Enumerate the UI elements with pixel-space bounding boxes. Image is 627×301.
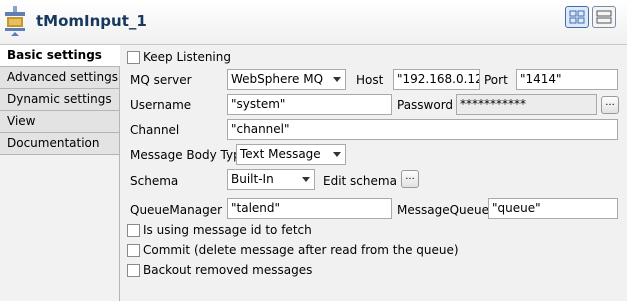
- message-body-type-label: Message Body Type: [130, 148, 249, 162]
- tab-documentation[interactable]: Documentation: [0, 133, 119, 155]
- component-title: tMomInput_1: [36, 12, 147, 30]
- host-label: Host: [356, 73, 384, 87]
- mq-server-select[interactable]: WebSphere MQ: [227, 69, 346, 90]
- commit-label: Commit (delete message after read from t…: [143, 243, 459, 257]
- username-label: Username: [130, 98, 192, 112]
- message-queue-label: MessageQueue: [397, 203, 490, 217]
- port-field[interactable]: "1414": [516, 69, 618, 90]
- host-field[interactable]: "192.168.0.120": [393, 69, 480, 90]
- queue-manager-label: QueueManager: [130, 203, 223, 217]
- chevron-down-icon: [302, 177, 310, 182]
- tab-basic-settings[interactable]: Basic settings: [0, 45, 120, 67]
- chevron-down-icon: [333, 152, 341, 157]
- backout-label: Backout removed messages: [143, 263, 313, 277]
- schema-value: Built-In: [231, 172, 274, 186]
- password-label: Password: [397, 98, 454, 112]
- keep-listening-label: Keep Listening: [143, 50, 231, 64]
- grid-view-button[interactable]: [565, 6, 589, 28]
- keep-listening-checkbox[interactable]: [127, 51, 140, 64]
- message-body-type-select[interactable]: Text Message: [236, 144, 346, 165]
- schema-label: Schema: [130, 174, 179, 188]
- channel-field[interactable]: "channel": [227, 119, 618, 140]
- schema-select[interactable]: Built-In: [227, 169, 315, 190]
- password-field[interactable]: ***********: [456, 94, 597, 115]
- password-edit-button[interactable]: ...: [601, 96, 619, 114]
- component-icon: [5, 6, 25, 36]
- settings-tabs: Basic settings Advanced settings Dynamic…: [0, 45, 120, 301]
- chevron-down-icon: [333, 77, 341, 82]
- message-body-type-value: Text Message: [240, 147, 321, 161]
- edit-schema-button[interactable]: ...: [401, 170, 419, 188]
- commit-checkbox[interactable]: [127, 244, 140, 257]
- mq-server-label: MQ server: [130, 73, 192, 87]
- channel-label: Channel: [130, 123, 180, 137]
- mq-server-value: WebSphere MQ: [231, 72, 324, 86]
- basic-settings-panel: Keep Listening MQ server WebSphere MQ Ho…: [120, 45, 627, 301]
- list-layout-icon: [596, 10, 612, 24]
- port-label: Port: [484, 73, 508, 87]
- tab-dynamic-settings[interactable]: Dynamic settings: [0, 89, 119, 111]
- backout-checkbox[interactable]: [127, 264, 140, 277]
- edit-schema-label: Edit schema: [323, 174, 397, 188]
- username-field[interactable]: "system": [227, 94, 392, 115]
- list-view-button[interactable]: [592, 6, 616, 28]
- tab-view[interactable]: View: [0, 111, 119, 133]
- use-message-id-label: Is using message id to fetch: [143, 223, 312, 237]
- queue-manager-field[interactable]: "talend": [227, 198, 392, 219]
- tab-advanced-settings[interactable]: Advanced settings: [0, 67, 119, 89]
- message-queue-field[interactable]: "queue": [488, 198, 618, 219]
- use-message-id-checkbox[interactable]: [127, 224, 140, 237]
- grid-layout-icon: [569, 10, 585, 24]
- component-title-bar: tMomInput_1: [0, 0, 627, 44]
